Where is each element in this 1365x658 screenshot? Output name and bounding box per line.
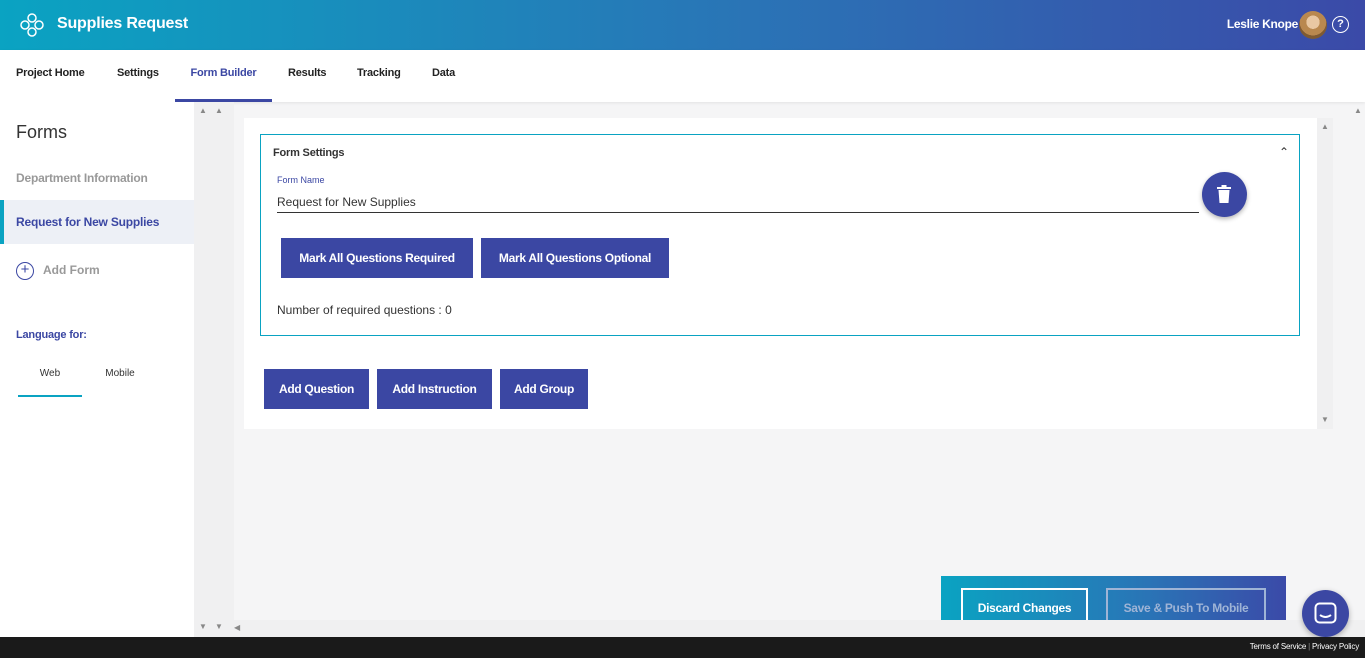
- add-group-button[interactable]: Add Group: [500, 369, 588, 409]
- forms-sidebar: Forms Department Information Request for…: [0, 102, 194, 637]
- help-icon[interactable]: ?: [1332, 16, 1349, 33]
- horizontal-scrollbar[interactable]: ◀: [234, 620, 1365, 637]
- sidebar-title: Forms: [16, 122, 67, 142]
- terms-link[interactable]: Terms of Service: [1250, 642, 1307, 651]
- tab-results[interactable]: Results: [288, 50, 327, 102]
- privacy-link[interactable]: Privacy Policy: [1312, 642, 1359, 651]
- main-nav: Project Home Settings Form Builder Resul…: [0, 50, 1365, 102]
- delete-form-button[interactable]: [1202, 172, 1247, 217]
- scroll-down-arrow-icon[interactable]: ▼: [1321, 415, 1329, 424]
- form-settings-title: Form Settings: [273, 147, 345, 159]
- footer: Terms of Service | Privacy Policy: [0, 637, 1365, 658]
- tab-form-builder[interactable]: Form Builder: [175, 50, 272, 102]
- content-scrollbar[interactable]: ▲ ▼: [1317, 118, 1333, 429]
- trash-icon: [1217, 185, 1231, 203]
- scroll-up-arrow-icon[interactable]: ▲: [199, 106, 207, 115]
- save-action-bar: Discard Changes Save & Push To Mobile: [941, 576, 1286, 620]
- app-logo-icon[interactable]: [20, 12, 44, 38]
- scroll-left-arrow-icon[interactable]: ◀: [234, 623, 240, 632]
- user-name[interactable]: Leslie Knope: [1227, 17, 1298, 31]
- sidebar-item-request-for-new-supplies[interactable]: Request for New Supplies: [0, 200, 194, 244]
- tab-settings[interactable]: Settings: [117, 50, 159, 102]
- plus-circle-icon: +: [16, 262, 34, 280]
- scroll-up-arrow-icon[interactable]: ▲: [1321, 122, 1329, 131]
- scroll-down-arrow-icon[interactable]: ▼: [215, 622, 223, 631]
- language-tab-mobile[interactable]: Mobile: [88, 360, 152, 397]
- form-name-label: Form Name: [277, 175, 325, 185]
- sidebar-scrollbar[interactable]: ▲ ▲ ▼ ▼: [194, 102, 234, 637]
- app-title: Supplies Request: [57, 15, 189, 32]
- avatar[interactable]: [1299, 11, 1327, 39]
- add-question-button[interactable]: Add Question: [264, 369, 369, 409]
- required-questions-count: Number of required questions : 0: [277, 303, 452, 317]
- form-name-field[interactable]: [277, 191, 1199, 213]
- language-tab-web[interactable]: Web: [18, 360, 82, 397]
- chat-button[interactable]: [1302, 590, 1349, 637]
- form-settings-panel: Form Settings ⌃ Form Name Mark All Quest…: [260, 134, 1300, 336]
- tab-tracking[interactable]: Tracking: [357, 50, 401, 102]
- chat-icon: [1314, 602, 1337, 624]
- footer-links: Terms of Service | Privacy Policy: [1249, 642, 1359, 651]
- discard-changes-button[interactable]: Discard Changes: [961, 588, 1088, 620]
- scroll-down-arrow-icon[interactable]: ▼: [199, 622, 207, 631]
- add-instruction-button[interactable]: Add Instruction: [377, 369, 492, 409]
- top-header: Supplies Request Leslie Knope ?: [0, 0, 1365, 50]
- tab-project-home[interactable]: Project Home: [16, 50, 85, 102]
- page-scroll-up-arrow-icon[interactable]: ▲: [1354, 106, 1362, 115]
- chevron-up-icon[interactable]: ⌃: [1279, 145, 1289, 159]
- add-form-label: Add Form: [43, 263, 100, 277]
- tab-data[interactable]: Data: [432, 50, 455, 102]
- save-push-mobile-button[interactable]: Save & Push To Mobile: [1106, 588, 1266, 620]
- form-builder-card: Form Settings ⌃ Form Name Mark All Quest…: [244, 118, 1317, 429]
- language-label: Language for:: [16, 329, 87, 341]
- sidebar-item-department-information[interactable]: Department Information: [0, 156, 194, 200]
- scroll-up-arrow-icon[interactable]: ▲: [215, 106, 223, 115]
- mark-all-optional-button[interactable]: Mark All Questions Optional: [481, 238, 669, 278]
- mark-all-required-button[interactable]: Mark All Questions Required: [281, 238, 473, 278]
